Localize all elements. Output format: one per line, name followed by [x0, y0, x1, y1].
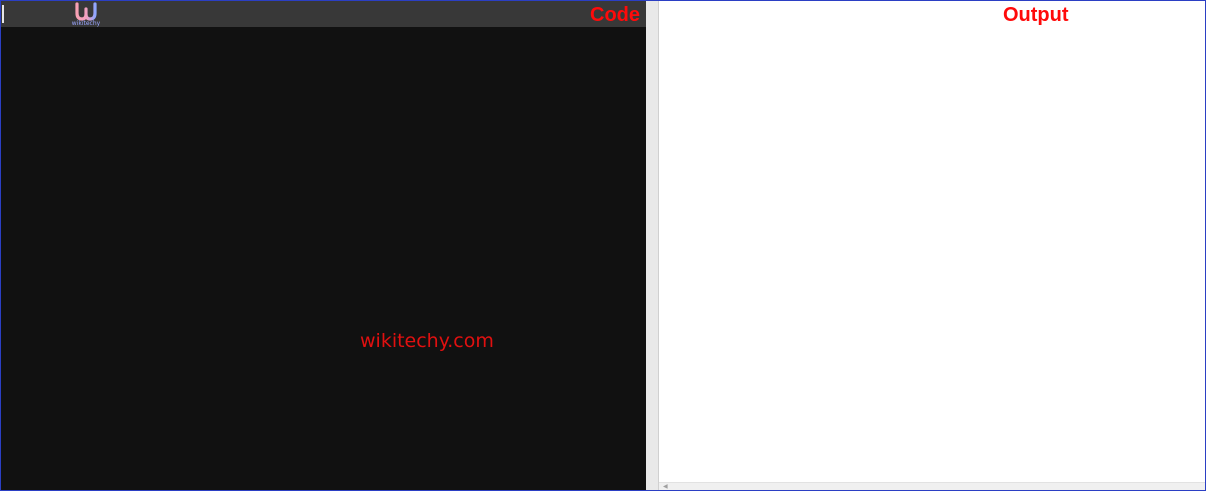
app-window: wikitechy Code wikitechy.com Output ◀	[0, 0, 1206, 491]
pane-splitter[interactable]	[646, 1, 659, 490]
output-label: Output	[1003, 4, 1069, 26]
text-cursor	[2, 5, 4, 23]
scroll-left-arrow-icon[interactable]: ◀	[663, 484, 668, 490]
horizontal-scrollbar[interactable]: ◀	[659, 482, 1205, 490]
code-pane[interactable]: wikitechy Code wikitechy.com	[1, 1, 646, 490]
code-label: Code	[590, 4, 640, 26]
output-pane: Output ◀	[659, 1, 1205, 490]
code-header: wikitechy Code	[1, 1, 646, 27]
watermark-text: wikitechy.com	[360, 330, 494, 352]
logo-text: wikitechy	[71, 20, 101, 27]
wikitechy-logo-icon: wikitechy	[69, 1, 103, 29]
